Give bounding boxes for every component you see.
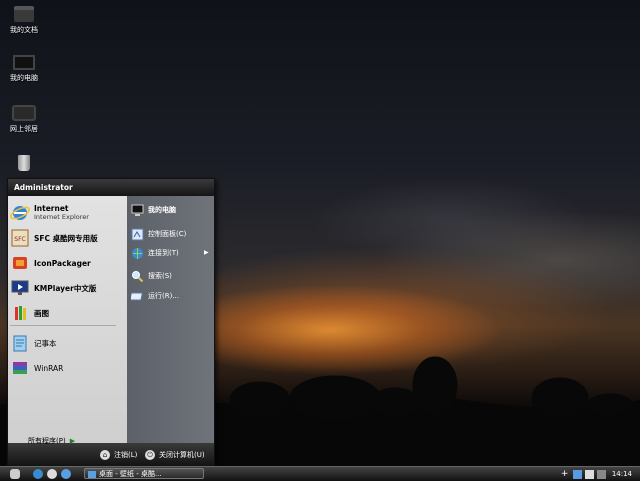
search-icon (132, 270, 144, 282)
program-paint[interactable]: 画图 (10, 302, 118, 324)
program-title: WinRAR (34, 363, 64, 373)
program-title: SFC 桌酷网专用版 (34, 233, 98, 243)
desktop-icon-label: 我的电脑 (10, 74, 38, 82)
program-subtitle: Internet Explorer (34, 213, 89, 221)
folder-icon (88, 471, 96, 478)
svg-text:SFC: SFC (14, 236, 25, 243)
places-label: 搜索(S) (148, 272, 172, 280)
submenu-arrow-icon: ▶ (204, 249, 209, 256)
iconpackager-icon (13, 257, 27, 269)
program-iconpackager[interactable]: IconPackager (10, 252, 118, 274)
logoff-icon: ⌂ (100, 450, 110, 460)
all-programs-button[interactable]: 所有程序(P) ▶ (28, 436, 75, 446)
places-my-computer[interactable]: 我的电脑 (131, 202, 176, 218)
program-title: 画图 (34, 308, 49, 318)
logoff-label: 注销(L) (114, 451, 138, 459)
clock[interactable]: 14:14 (612, 470, 632, 478)
tray-volume-icon[interactable] (584, 469, 594, 479)
control-panel-icon (131, 228, 144, 240)
program-winrar[interactable]: WinRAR (10, 357, 118, 379)
logoff-button[interactable]: ⌂ 注销(L) (100, 450, 137, 460)
quick-launch-media-icon[interactable] (47, 469, 57, 479)
user-name: Administrator (14, 183, 73, 192)
internet-explorer-icon (10, 206, 30, 220)
connect-to-icon (132, 247, 143, 259)
taskbar: 桌面 - 壁纸 - 桌酷... + 14:14 (0, 466, 640, 481)
places-label: 运行(R)... (148, 292, 180, 300)
recycle-bin-icon (18, 155, 30, 171)
computer-icon (13, 55, 35, 70)
notepad-icon (13, 335, 27, 352)
desktop-icon-network[interactable]: 网上邻居 (2, 105, 46, 134)
desktop-icon-my-computer[interactable]: 我的电脑 (2, 55, 46, 83)
program-title: 记事本 (34, 338, 57, 348)
places-label: 连接到(T) (148, 249, 179, 257)
all-programs-label: 所有程序(P) (28, 437, 66, 445)
places-run[interactable]: 运行(R)... (131, 288, 179, 304)
system-tray: + 14:14 (558, 467, 640, 481)
sfc-icon: SFC (11, 229, 29, 247)
program-sfc[interactable]: SFC SFC 桌酷网专用版 (10, 227, 118, 249)
program-title: KMPlayer中文版 (34, 283, 97, 293)
taskbar-task-button[interactable]: 桌面 - 壁纸 - 桌酷... (84, 468, 204, 479)
start-button[interactable] (10, 469, 20, 479)
paint-icon (15, 306, 26, 320)
program-title: IconPackager (34, 258, 91, 268)
program-notepad[interactable]: 记事本 (10, 332, 118, 354)
my-computer-icon (131, 204, 144, 216)
power-icon: ⏻ (145, 450, 155, 460)
network-icon (12, 105, 36, 121)
run-icon (131, 292, 143, 300)
start-menu-user-header: Administrator (8, 179, 214, 196)
program-title: Internet (34, 204, 69, 213)
task-label: 桌面 - 壁纸 - 桌酷... (99, 470, 162, 478)
shutdown-label: 关闭计算机(U) (159, 451, 205, 459)
shutdown-button[interactable]: ⏻ 关闭计算机(U) (145, 450, 205, 460)
tray-network-icon[interactable] (572, 469, 582, 479)
places-label: 我的电脑 (148, 206, 176, 214)
quick-launch-explorer-icon[interactable] (61, 469, 71, 479)
desktop-icon-recycle-bin[interactable] (2, 155, 46, 174)
places-connect-to[interactable]: 连接到(T) (131, 245, 179, 261)
desktop-icon-my-documents[interactable]: 我的文档 (2, 3, 46, 35)
menu-separator (10, 325, 116, 326)
desktop-icon-label: 网上邻居 (10, 125, 38, 133)
folder-icon (14, 6, 34, 22)
winrar-icon (13, 362, 27, 374)
places-label: 控制面板(C) (148, 230, 187, 238)
program-kmplayer[interactable]: KMPlayer中文版 (10, 277, 118, 299)
tray-expand-icon[interactable]: + (561, 469, 570, 479)
desktop-icon-label: 我的文档 (10, 26, 38, 34)
program-internet-explorer[interactable]: Internet Internet Explorer (10, 202, 118, 224)
kmplayer-icon (11, 280, 29, 295)
places-control-panel[interactable]: 控制面板(C) (131, 226, 186, 242)
arrow-right-icon: ▶ (69, 437, 76, 445)
tray-app-icon[interactable] (596, 469, 606, 479)
quick-launch-ie-icon[interactable] (33, 469, 43, 479)
places-search[interactable]: 搜索(S) (131, 268, 172, 284)
